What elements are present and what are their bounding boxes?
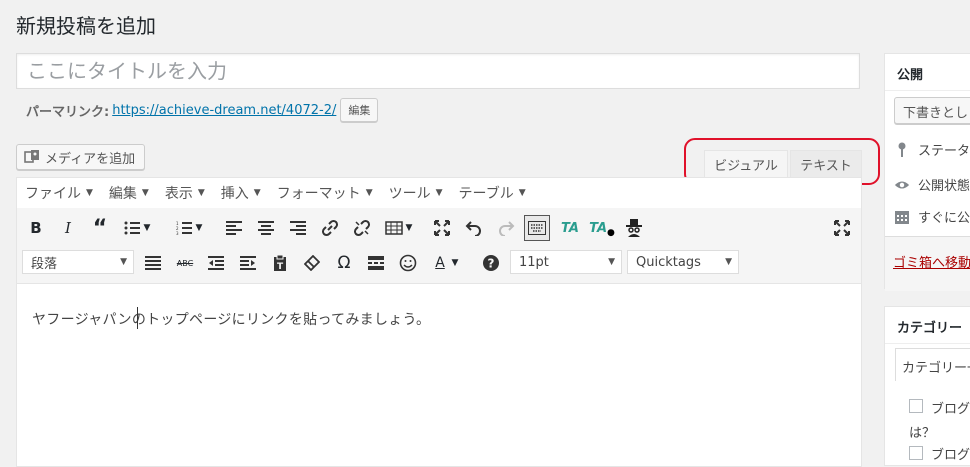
category-box: カテゴリー [884,306,970,466]
category-box-title: カテゴリー [897,321,963,336]
unlink-icon[interactable] [349,215,375,241]
chevron-down-icon: ▼ [197,188,205,198]
chevron-down-icon: ▼ [365,188,373,198]
menu-edit[interactable]: 編集 ▼ [101,183,157,203]
fullscreen-icon[interactable] [429,215,455,241]
incognito-icon[interactable] [621,215,647,241]
keyboard-toolbar-toggle-icon[interactable] [524,215,550,241]
chevron-down-icon: ▼ [120,257,127,267]
schedule-row: すぐに公 [894,207,970,226]
quicktags-select[interactable]: Quicktags ▼ [627,250,739,274]
permalink-row: パーマリンク: https://achieve-dream.net/4072-2… [26,98,379,122]
chevron-down-icon[interactable]: ▼ [141,215,153,241]
permalink-edit-button[interactable]: 編集 [340,98,379,122]
italic-icon[interactable]: I [55,215,81,241]
link-icon[interactable] [317,215,343,241]
category-checkbox[interactable] [909,399,923,413]
undo-icon[interactable] [461,215,487,241]
save-draft-button[interactable]: 下書きとし [894,97,970,124]
media-icon [24,149,40,165]
menu-table[interactable]: テーブル ▼ [451,183,534,203]
menu-tools[interactable]: ツール ▼ [381,183,451,203]
toolbar-row-2: 段落 ▼ ABC T Ω A ▼ ? 11pt ▼ Quicktags ▼ [17,245,861,281]
permalink-label: パーマリンク: [26,104,110,120]
chevron-down-icon: ▼ [435,188,443,198]
strikethrough-icon[interactable]: ABC [172,250,198,276]
omega-icon[interactable]: Ω [331,250,357,276]
toolbar-row-1: B I “ ▼ 123 ▼ ▼ TA TA ● [17,210,861,246]
add-media-button[interactable]: メディアを追加 [16,144,145,170]
editor-content[interactable]: ヤフージャパンのトップページにリンクを貼ってみましょう。 [32,309,430,329]
category-item: ブログ [931,402,970,417]
svg-text:?: ? [488,257,495,271]
chevron-down-icon[interactable]: ▼ [403,215,415,241]
status-row: ステータ [894,140,970,159]
emoji-icon[interactable] [395,250,421,276]
svg-text:3: 3 [176,231,179,235]
align-right-icon[interactable] [285,215,311,241]
redo-icon[interactable] [493,215,519,241]
category-item-wrap: は？ [909,426,936,441]
justify-icon[interactable] [140,250,166,276]
ta-icon[interactable]: TA [557,215,583,241]
text-cursor [137,307,138,329]
title-input[interactable] [17,54,879,88]
permalink-url[interactable]: https://achieve-dream.net/4072-2/ [112,103,336,118]
add-media-label: メディアを追加 [45,151,136,167]
align-left-icon[interactable] [221,215,247,241]
bold-icon[interactable]: B [23,215,49,241]
menu-insert[interactable]: 挿入 ▼ [213,183,269,203]
chevron-down-icon[interactable]: ▼ [449,250,461,276]
chevron-down-icon: ▼ [608,257,615,267]
font-size-select[interactable]: 11pt ▼ [510,250,622,274]
publish-box-title: 公開 [897,68,924,83]
ta-plus-icon[interactable]: TA ● [589,215,615,241]
category-item: ブログ [931,448,970,463]
page-title: 新規投稿を追加 [16,14,156,38]
category-tab-all[interactable]: カテゴリー一 [895,348,970,381]
chevron-down-icon[interactable]: ▼ [193,215,205,241]
editor-menubar: ファイル ▼ 編集 ▼ 表示 ▼ 挿入 ▼ フォーマット ▼ ツール ▼ テーブル ▼ [17,178,861,209]
category-checkbox[interactable] [909,446,923,460]
align-center-icon[interactable] [253,215,279,241]
chevron-down-icon: ▼ [253,188,261,198]
menu-file[interactable]: ファイル ▼ [17,183,101,203]
chevron-down-icon: ▼ [86,188,93,198]
eraser-icon[interactable] [299,250,325,276]
format-select[interactable]: 段落 ▼ [22,250,134,274]
paste-as-text-icon[interactable]: T [267,250,293,276]
calendar-icon [894,209,910,225]
outdent-icon[interactable] [203,250,229,276]
chevron-down-icon: ▼ [141,188,149,198]
move-to-trash-link[interactable]: ゴミ箱へ移動 [893,252,970,271]
editor-toolbar: B I “ ▼ 123 ▼ ▼ TA TA ● 段落 ▼ ABC T Ω A ▼… [17,208,861,284]
distraction-free-icon[interactable] [829,215,855,241]
visibility-row: 公開状態 [894,175,970,194]
blockquote-icon[interactable]: “ [87,215,113,241]
menu-view[interactable]: 表示 ▼ [157,183,213,203]
chevron-down-icon: ▼ [725,257,732,267]
menu-format[interactable]: フォーマット ▼ [269,183,381,203]
eye-icon [894,177,910,193]
read-more-icon[interactable] [363,250,389,276]
chevron-down-icon: ▼ [518,188,526,198]
title-field[interactable] [16,53,879,89]
pin-icon [894,142,910,158]
indent-icon[interactable] [235,250,261,276]
help-icon[interactable]: ? [478,250,504,276]
svg-text:T: T [277,262,284,271]
